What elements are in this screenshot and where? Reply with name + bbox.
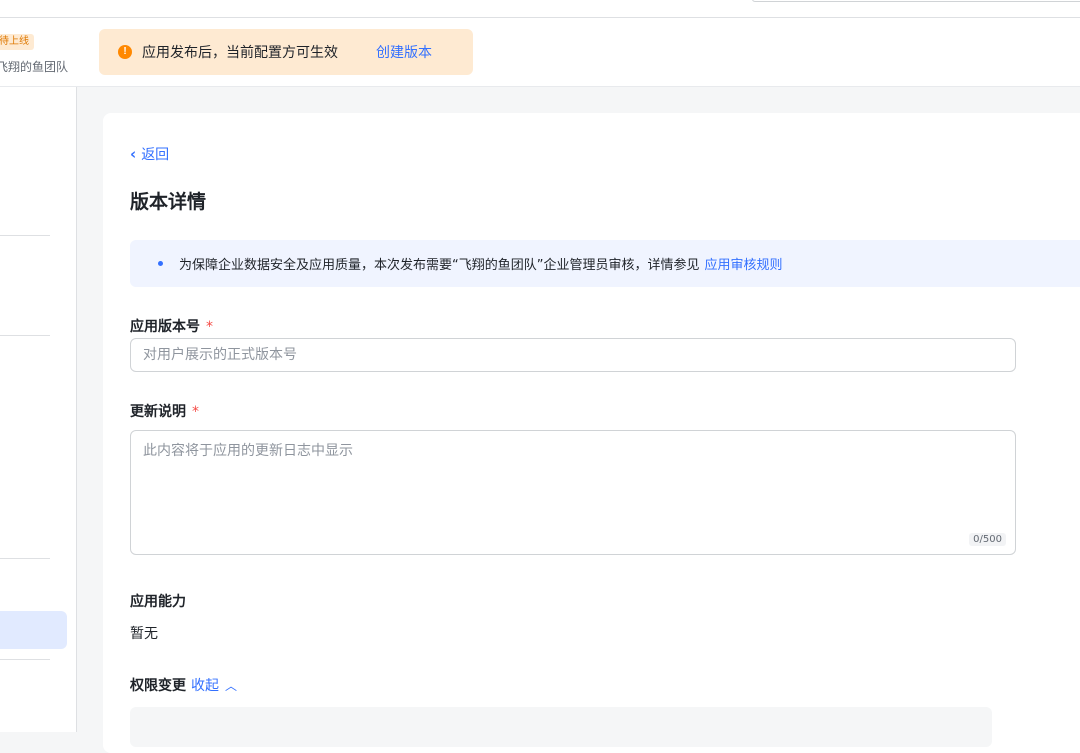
back-link[interactable]: ‹ 返回 [130,144,169,164]
sidebar-item-active[interactable] [0,611,67,649]
exclamation-icon: ! [118,45,132,59]
collapse-toggle[interactable]: 收起 ︿ [191,678,237,694]
sidebar-divider [0,335,50,336]
required-mark: * [192,404,199,420]
notice-text: 应用发布后，当前配置方可生效 [142,45,338,61]
review-rules-link[interactable]: 应用审核规则 [704,254,782,273]
bullet-icon [158,261,163,266]
capabilities-value: 暂无 [130,626,158,642]
update-notes-label: 更新说明 * [130,401,199,421]
top-search-input[interactable] [752,0,1080,2]
review-info-box: 为保障企业数据安全及应用质量，本次发布需要“飞翔的鱼团队”企业管理员审核，详情参… [130,240,1080,287]
status-badge: 待上线 [0,34,34,50]
sidebar [0,87,77,732]
required-mark: * [206,319,213,335]
update-notes-textarea[interactable] [143,431,1003,535]
capabilities-label: 应用能力 [130,594,186,610]
create-version-link[interactable]: 创建版本 [376,42,432,62]
update-notes-wrapper: 0/500 [130,430,1016,555]
version-label-text: 应用版本号 [130,319,200,335]
permissions-label-text: 权限变更 [130,678,186,694]
version-field-label: 应用版本号 * [130,316,213,336]
update-label-text: 更新说明 [130,404,186,420]
version-number-input[interactable] [130,338,1016,372]
permissions-label: 权限变更 收起 ︿ [130,675,237,695]
char-counter: 0/500 [969,533,1006,546]
chevron-up-icon: ︿ [225,679,238,693]
page-title: 版本详情 [130,191,207,213]
app-header: 待上线 飞翔的鱼团队 ! 应用发布后，当前配置方可生效 创建版本 [0,18,1080,87]
back-label: 返回 [141,147,170,163]
collapse-label: 收起 [191,678,219,694]
permissions-panel [130,707,992,747]
publish-notice: ! 应用发布后，当前配置方可生效 创建版本 [99,29,473,75]
version-detail-card: ‹ 返回 版本详情 为保障企业数据安全及应用质量，本次发布需要“飞翔的鱼团队”企… [103,113,1080,753]
team-name: 飞翔的鱼团队 [0,60,69,74]
top-bar [0,0,1080,18]
chevron-left-icon: ‹ [130,145,137,163]
sidebar-divider [0,235,50,236]
sidebar-divider [0,558,50,559]
review-info-text: 为保障企业数据安全及应用质量，本次发布需要“飞翔的鱼团队”企业管理员审核，详情参… [179,258,700,273]
sidebar-divider [0,659,50,660]
